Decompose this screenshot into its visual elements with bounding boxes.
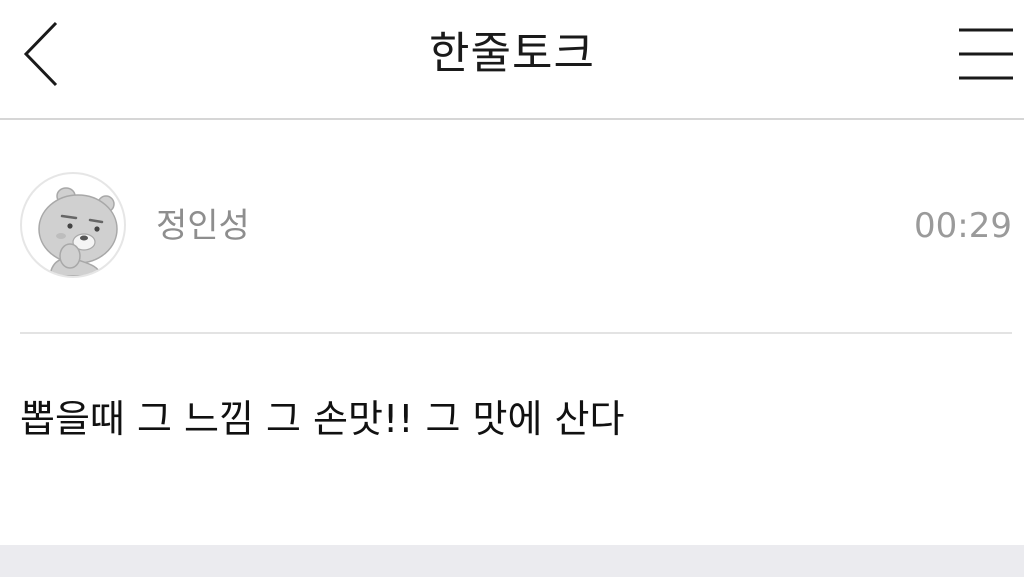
avatar[interactable] <box>20 172 126 278</box>
page-title: 한줄토크 <box>429 28 595 79</box>
post-time: 00:29 <box>914 206 1012 246</box>
hamburger-menu-icon <box>959 28 1013 80</box>
divider <box>20 332 1012 334</box>
app-root: 한줄토크 정인성 00:29 뽑을때 그 느낌 그 손맛!! 그 맛에 산다 <box>0 0 1024 577</box>
post-message: 뽑을때 그 느낌 그 손맛!! 그 맛에 산다 <box>20 397 625 441</box>
top-header: 한줄토크 <box>0 0 1024 120</box>
list-separator-band <box>0 545 1024 577</box>
author-name[interactable]: 정인성 <box>156 204 250 248</box>
menu-button[interactable] <box>956 22 1016 86</box>
bear-character-avatar-icon <box>38 187 118 276</box>
talk-post: 정인성 00:29 뽑을때 그 느낌 그 손맛!! 그 맛에 산다 <box>0 120 1024 545</box>
